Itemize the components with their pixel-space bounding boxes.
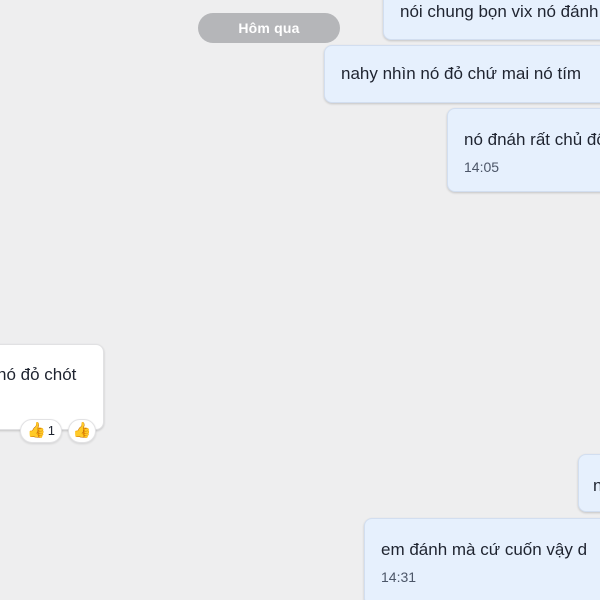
message-bubble-outgoing[interactable]: nói chung bọn vix nó đánh <box>383 0 600 40</box>
message-bubble-incoming[interactable]: nó đỏ chót <box>0 344 104 430</box>
message-text: nahy nhìn nó đỏ chứ mai nó tím <box>341 64 582 83</box>
date-divider: Hôm qua <box>198 13 340 43</box>
message-text: nói chung bọn vix nó đánh <box>400 2 599 21</box>
thumbs-up-icon: 👍 <box>27 422 46 439</box>
message-text: nó đỏ chót <box>0 365 77 384</box>
thumbs-up-icon: 👍 <box>72 422 92 439</box>
message-bubble-outgoing[interactable]: nó đnáh rất chủ động 14:05 <box>447 108 600 192</box>
message-bubble-outgoing[interactable]: nahy nhìn nó đỏ chứ mai nó tím <box>324 45 600 103</box>
reaction-chip[interactable]: 👍 1 <box>20 419 62 443</box>
chat-message-list[interactable]: Hôm qua nói chung bọn vix nó đánh nahy n… <box>0 0 600 600</box>
message-timestamp: 14:05 <box>464 159 500 175</box>
message-bubble-outgoing[interactable]: em đánh mà cứ cuốn vậy d 14:31 <box>364 518 600 600</box>
message-text: nó đnáh rất chủ động <box>464 130 600 149</box>
message-text: em đánh mà cứ cuốn vậy d <box>381 540 588 559</box>
message-bubble-outgoing[interactable]: n <box>578 454 600 512</box>
message-text: n <box>593 475 600 497</box>
message-timestamp: 14:31 <box>381 569 417 585</box>
reaction-count: 1 <box>47 423 55 438</box>
add-reaction-button[interactable]: 👍 <box>68 419 96 443</box>
